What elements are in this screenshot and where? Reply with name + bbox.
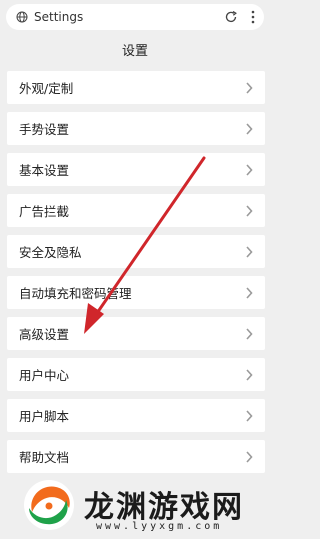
settings-list: 外观/定制 手势设置 基本设置 广告拦截 安全及隐私 自动填充和密码管理 高级设… (7, 71, 265, 481)
watermark-brand: 龙渊游戏网 (84, 490, 244, 525)
settings-item-label: 自动填充和密码管理 (19, 286, 132, 301)
chevron-right-icon (245, 286, 253, 299)
settings-item-label: 帮助文档 (19, 450, 70, 465)
settings-item-gestures[interactable]: 手势设置 (7, 112, 265, 145)
address-bar-text[interactable]: Settings (34, 10, 224, 24)
brand-logo-icon (24, 480, 74, 530)
chevron-right-icon (245, 450, 253, 463)
more-menu-icon[interactable] (248, 9, 258, 25)
chevron-right-icon (245, 368, 253, 381)
settings-item-autofill-passwords[interactable]: 自动填充和密码管理 (7, 276, 265, 309)
globe-icon (16, 11, 28, 23)
address-bar[interactable]: Settings (6, 4, 264, 30)
page-title: 设置 (121, 44, 148, 59)
settings-item-user-center[interactable]: 用户中心 (7, 358, 265, 391)
chevron-right-icon (245, 163, 253, 176)
settings-item-appearance[interactable]: 外观/定制 (7, 71, 265, 104)
watermark: 龙渊游戏网 www.lyyxgm.com (22, 476, 262, 536)
settings-item-advanced[interactable]: 高级设置 (7, 317, 265, 350)
reload-icon[interactable] (224, 10, 238, 24)
settings-item-label: 广告拦截 (19, 204, 70, 219)
settings-item-security-privacy[interactable]: 安全及隐私 (7, 235, 265, 268)
chevron-right-icon (245, 409, 253, 422)
settings-item-ad-block[interactable]: 广告拦截 (7, 194, 265, 227)
settings-item-basic[interactable]: 基本设置 (7, 153, 265, 186)
chevron-right-icon (245, 204, 253, 217)
settings-item-label: 外观/定制 (19, 81, 74, 96)
chevron-right-icon (245, 245, 253, 258)
settings-item-user-scripts[interactable]: 用户脚本 (7, 399, 265, 432)
settings-item-label: 安全及隐私 (19, 245, 82, 260)
settings-item-label: 基本设置 (19, 163, 70, 178)
chevron-right-icon (245, 327, 253, 340)
settings-item-label: 用户脚本 (19, 409, 70, 424)
watermark-site: www.lyyxgm.com (96, 521, 223, 532)
settings-item-label: 高级设置 (19, 327, 70, 342)
settings-item-help-docs[interactable]: 帮助文档 (7, 440, 265, 473)
settings-item-label: 手势设置 (19, 122, 70, 137)
settings-item-label: 用户中心 (19, 368, 70, 383)
chevron-right-icon (245, 81, 253, 94)
chevron-right-icon (245, 122, 253, 135)
